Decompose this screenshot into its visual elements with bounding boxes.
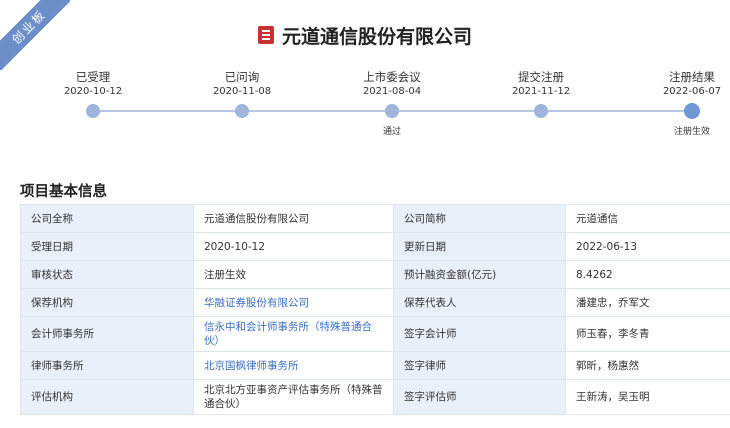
sponsor-link[interactable]: 华融证券股份有限公司 [193,288,394,317]
table-row: 审核状态 注册生效 预计融资金额(亿元) 8.4262 [20,260,730,289]
step-dot [86,104,100,118]
timeline-step-accepted: 已受理 2020-10-12 [33,70,153,118]
field-value: 2022-06-13 [565,232,730,261]
field-value: 王新涛，吴玉明 [565,379,730,415]
step-dot [235,104,249,118]
table-row: 受理日期 2020-10-12 更新日期 2022-06-13 [20,232,730,261]
field-value: 师玉春，李冬青 [565,316,730,352]
field-label: 公司全称 [20,204,194,233]
table-row: 公司全称 元道通信股份有限公司 公司简称 元道通信 [20,204,730,233]
field-label: 保荐机构 [20,288,194,317]
page-header: 元道通信股份有限公司 [0,20,730,50]
field-value: 2020-10-12 [193,232,394,261]
field-label: 会计师事务所 [20,316,194,352]
project-info-table: 公司全称 元道通信股份有限公司 公司简称 元道通信 受理日期 2020-10-1… [20,204,730,415]
field-label: 公司简称 [393,204,566,233]
field-value: 8.4262 [565,260,730,289]
step-dot [534,104,548,118]
step-label: 上市委会议 [363,70,421,84]
field-value: 潘建忠，乔军文 [565,288,730,317]
company-document-icon [257,26,274,44]
table-row: 评估机构 北京北方亚事资产评估事务所（特殊普通合伙） 签字评估师 王新涛，吴玉明 [20,379,730,415]
step-result-note: 注册生效 [673,127,710,137]
timeline-step-committee: 上市委会议 2021-08-04 通过 [332,70,452,137]
table-row: 保荐机构 华融证券股份有限公司 保荐代表人 潘建忠，乔军文 [20,288,730,317]
step-label: 注册结果 [669,70,715,84]
step-date: 2021-08-04 [362,86,422,97]
step-date: 2020-11-08 [212,86,272,97]
section-title: 项目基本信息 [20,184,107,200]
timeline-step-inquired: 已问询 2020-11-08 [182,70,302,118]
field-value: 元道通信 [565,204,730,233]
table-row: 会计师事务所 信永中和会计师事务所（特殊普通合伙） 签字会计师 师玉春，李冬青 [20,316,730,352]
law-firm-link[interactable]: 北京国枫律师事务所 [193,351,394,380]
field-label: 预计融资金额(亿元) [393,260,566,289]
step-date: 2020-10-12 [63,86,123,97]
accounting-firm-link[interactable]: 信永中和会计师事务所（特殊普通合伙） [193,316,394,352]
field-label: 签字会计师 [393,316,566,352]
field-label: 签字评估师 [393,379,566,415]
field-label: 受理日期 [20,232,194,261]
timeline-step-submitted: 提交注册 2021-11-12 [481,70,601,118]
step-dot [385,104,399,118]
review-progress-timeline: 已受理 2020-10-12 已问询 2020-11-08 上市委会议 2021… [0,70,730,140]
field-label: 律师事务所 [20,351,194,380]
step-label: 已问询 [224,70,260,84]
step-date: 2022-06-07 [662,86,722,97]
field-value: 元道通信股份有限公司 [193,204,394,233]
table-row: 律师事务所 北京国枫律师事务所 签字律师 郭昕，杨惠然 [20,351,730,380]
field-value: 北京北方亚事资产评估事务所（特殊普通合伙） [193,379,394,415]
step-date: 2021-11-12 [511,86,571,97]
timeline-step-registration: 注册结果 2022-06-07 注册生效 [632,70,730,137]
page-title: 元道通信股份有限公司 [281,25,472,48]
field-label: 签字律师 [393,351,566,380]
step-label: 提交注册 [518,70,564,84]
field-label: 更新日期 [393,232,566,261]
field-value: 注册生效 [193,260,394,289]
step-result-note: 通过 [382,127,401,137]
field-label: 评估机构 [20,379,194,415]
field-value: 郭昕，杨惠然 [565,351,730,380]
step-label: 已受理 [75,70,111,84]
step-dot-current [684,103,700,119]
field-label: 审核状态 [20,260,194,289]
field-label: 保荐代表人 [393,288,566,317]
